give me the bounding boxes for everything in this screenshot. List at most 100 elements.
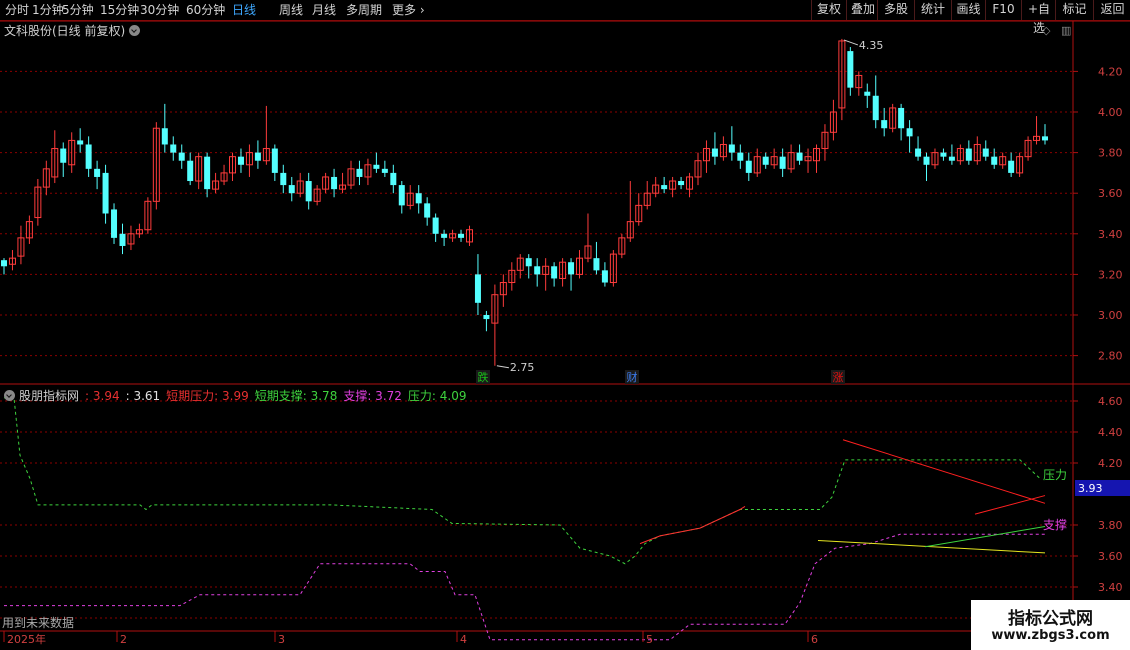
candle-body — [762, 156, 769, 165]
x-axis-label: 2 — [120, 633, 127, 646]
candle-body — [390, 172, 397, 186]
candle-body — [534, 266, 541, 275]
candle-body — [373, 164, 380, 169]
price-axis-label: 3.00 — [1098, 309, 1123, 322]
candle-body — [1042, 136, 1048, 141]
candle-body — [965, 148, 972, 161]
candle-body — [178, 152, 185, 161]
candle-body — [204, 156, 211, 190]
candle-body — [568, 262, 575, 275]
candle-body — [170, 144, 177, 153]
watermark-url: www.zbgs3.com — [991, 628, 1110, 643]
candle-body — [441, 233, 448, 238]
watermark-title: 指标公式网 — [1008, 609, 1093, 629]
pressure-label: 压力 — [1043, 468, 1067, 482]
candle-body — [551, 266, 558, 279]
candle-body — [737, 152, 744, 161]
event-marker-label: 跌 — [478, 370, 489, 384]
candle-body — [661, 185, 668, 190]
candle-body — [678, 181, 685, 186]
x-axis-label: 6 — [811, 633, 818, 646]
candle-body — [432, 217, 439, 234]
candle-body — [864, 91, 871, 96]
price-axis-label: 3.20 — [1098, 268, 1123, 281]
indicator-name: 股朋指标网 — [19, 389, 80, 403]
event-marker-0: 跌 — [476, 370, 490, 384]
indicator-axis-label: 4.40 — [1098, 426, 1123, 439]
high-price-label: 4.35 — [859, 39, 884, 52]
resistance-dashed-line — [4, 397, 1041, 565]
candle-body — [940, 152, 947, 157]
indicator-value-0: : 3.94 — [85, 389, 120, 403]
event-marker-label: 涨 — [833, 371, 844, 384]
candle-body — [305, 181, 312, 202]
candle-body — [898, 107, 905, 129]
low-price-label: 2.75 — [510, 361, 535, 374]
indicator-axis-label: 3.80 — [1098, 519, 1123, 532]
indicator-axis-label: 4.60 — [1098, 395, 1123, 408]
event-marker-1: 财 — [625, 370, 639, 384]
chart-canvas[interactable]: 4.20 4.00 3.80 3.60 3.40 3.20 3.00 2.80 4.35 2.75… — [0, 0, 1130, 650]
candle-body — [111, 209, 118, 238]
indicator-value-4: 支撑: 3.72 — [343, 389, 402, 403]
support-label: 支撑 — [1043, 517, 1067, 532]
future-data-note: 用到未来数据 — [2, 616, 75, 630]
candle-body — [474, 274, 481, 303]
candle-body — [1, 260, 7, 267]
candle-body — [923, 156, 930, 165]
candle-body — [237, 156, 244, 165]
candle-body — [847, 51, 854, 88]
indicator-value-5: 压力: 4.09 — [407, 389, 467, 403]
candle-body — [796, 152, 803, 161]
short-resistance-line-2 — [974, 495, 1046, 515]
indicator-value-3: 短期支撑: 3.78 — [254, 389, 338, 403]
price-axis-label: 2.80 — [1098, 350, 1123, 363]
price-axis-label: 4.00 — [1098, 106, 1123, 119]
indicator-axis-label: 4.20 — [1098, 457, 1123, 470]
candle-body — [85, 144, 92, 169]
indicator-panel-title: 股朋指标网 : 3.94 : 3.61 短期压力: 3.99 短期支撑: 3.78 支撑:… — [4, 387, 466, 404]
diamond-icon[interactable]: ◇ — [1042, 24, 1050, 37]
indicator-value-1: : 3.61 — [125, 389, 161, 403]
candle-body — [187, 160, 194, 182]
short-support-line — [817, 540, 1046, 554]
candle-body — [483, 315, 490, 320]
x-axis-label: 4 — [460, 633, 467, 646]
event-marker-2: 涨 — [831, 370, 845, 384]
candle-body — [1008, 160, 1015, 173]
price-axis-label: 3.60 — [1098, 187, 1123, 200]
short-support-line-2 — [924, 526, 1046, 548]
candle-body — [331, 176, 338, 190]
candle-body — [119, 233, 126, 246]
layout-icon[interactable]: ▥ — [1061, 24, 1071, 37]
candle-body — [948, 156, 955, 161]
x-axis-label: 2025年 — [7, 632, 46, 646]
candle-body — [711, 148, 718, 157]
price-axis-label: 3.40 — [1098, 228, 1123, 241]
candle-body — [356, 168, 363, 177]
candle-body — [881, 120, 888, 129]
high-arrow — [843, 39, 859, 46]
price-panel-title: 文科股份(日线 前复权) — [4, 22, 141, 39]
indicator-value-2: 短期压力: 3.99 — [166, 389, 249, 403]
candle-body — [458, 233, 465, 238]
candle-body — [593, 258, 600, 271]
candle-body — [779, 156, 786, 169]
candle-body — [271, 148, 278, 173]
candle-body — [745, 160, 752, 173]
indicator-axis-label: 3.60 — [1098, 550, 1123, 563]
candle-body — [872, 95, 879, 121]
indicator-axis-label: 3.40 — [1098, 581, 1123, 594]
candle-body — [525, 258, 532, 267]
short-resistance-line — [842, 439, 1046, 504]
candle-body — [288, 185, 295, 194]
event-marker-label: 财 — [627, 370, 638, 384]
candle-body — [381, 168, 388, 173]
chevron-down-icon[interactable] — [4, 390, 15, 401]
price-axis-label: 3.80 — [1098, 147, 1123, 160]
x-axis-label: 5 — [646, 633, 653, 646]
chevron-down-icon[interactable] — [129, 25, 141, 36]
candle-body — [915, 148, 922, 157]
candle-body — [60, 148, 67, 163]
candle-body — [161, 128, 168, 145]
